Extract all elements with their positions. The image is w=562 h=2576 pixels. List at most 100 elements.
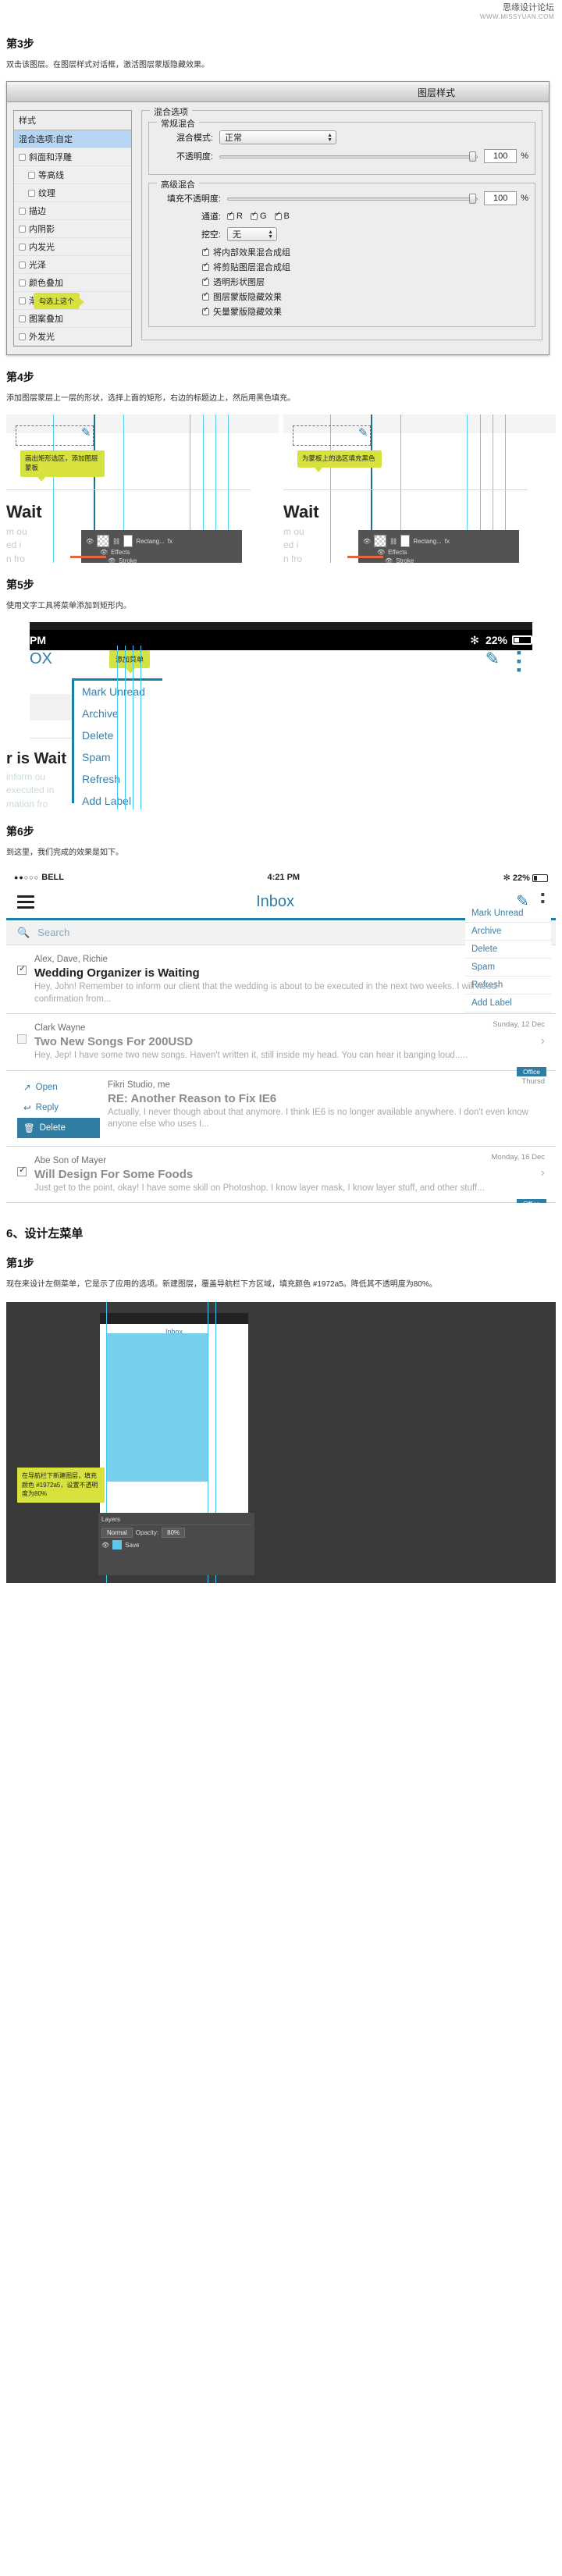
effect-transparency-shapes-layer[interactable]: 透明形状图层 [202, 276, 528, 288]
style-item-outer-glow[interactable]: 外发光 [14, 328, 131, 346]
overflow-menu-icon[interactable]: ▪▪▪ [517, 646, 521, 677]
checkbox-icon[interactable] [19, 261, 26, 269]
knockout-select[interactable]: 无 ▲ ▼ [227, 227, 277, 241]
fill-opacity-percent-label: % [521, 194, 528, 203]
eye-icon[interactable]: 👁 [100, 549, 108, 556]
menu-item-archive[interactable]: Archive [74, 703, 162, 724]
effect-clipped-layers-group[interactable]: 将剪贴图层混合成组 [202, 261, 528, 273]
menu-item-mark-unread[interactable]: Mark Unread [465, 905, 551, 923]
table-row[interactable]: Alex, Dave, Richie Wedding Organizer is … [6, 945, 556, 1015]
checkbox-icon[interactable] [202, 291, 209, 301]
style-item-bevel[interactable]: 斜面和浮雕 [14, 148, 131, 166]
swipe-reply-button[interactable]: ↩ Reply [17, 1098, 100, 1118]
menu-item-mark-unread[interactable]: Mark Unread [74, 681, 162, 703]
style-item-texture[interactable]: 纹理 [14, 184, 131, 202]
checkbox-icon[interactable] [274, 211, 282, 220]
eye-icon[interactable]: 👁 [101, 1542, 109, 1549]
step4-note-right: 为蒙板上的选区填充黑色 [297, 450, 382, 472]
effect-inner-effects-group[interactable]: 将内部效果混合成组 [202, 246, 528, 258]
slider-track [227, 197, 478, 201]
eye-icon[interactable]: 👁 [108, 557, 116, 563]
checkbox-icon[interactable] [19, 297, 26, 304]
style-item-inner-shadow[interactable]: 内阴影 [14, 220, 131, 238]
styles-list[interactable]: 样式 混合选项:自定 斜面和浮雕 等高线 纹理 描边 内阴影 内发光 光泽 颜色… [13, 110, 132, 347]
checkbox-icon[interactable] [28, 189, 35, 197]
row-snippet: Actually, I never though about that anym… [108, 1107, 528, 1130]
style-item-satin[interactable]: 光泽 [14, 256, 131, 274]
blend-mode-select[interactable]: Normal [101, 1528, 133, 1539]
slider-knob[interactable] [469, 194, 477, 204]
eye-icon[interactable]: 👁 [363, 538, 371, 545]
menu-item-delete[interactable]: Delete [74, 724, 162, 746]
row-checkbox[interactable] [17, 963, 27, 975]
opacity-input[interactable]: 100 [484, 149, 518, 163]
checkbox-icon[interactable] [19, 279, 26, 286]
checkbox-icon[interactable] [28, 171, 35, 179]
channel-b[interactable]: B [274, 211, 290, 221]
checkbox-icon[interactable] [202, 262, 209, 271]
checkbox-icon[interactable] [227, 211, 234, 220]
table-row[interactable]: ↗ Open ↩ Reply 🗑 Delete Fikri Studio, me… [6, 1071, 556, 1147]
opacity-percent-label: % [521, 151, 528, 161]
opacity-value[interactable]: 80% [162, 1528, 186, 1539]
menu-item-archive[interactable]: Archive [465, 923, 551, 941]
checkbox-icon[interactable] [202, 276, 209, 286]
fill-opacity-input[interactable]: 100 [484, 191, 518, 205]
checkbox-icon[interactable] [202, 306, 209, 315]
channel-label: B [283, 212, 290, 221]
checkbox-icon[interactable] [19, 207, 26, 215]
style-item-contour[interactable]: 等高线 [14, 166, 131, 184]
layers-panel[interactable]: Layers Normal Opacity: 80% 👁 Save [98, 1513, 254, 1576]
opacity-slider[interactable] [219, 151, 478, 162]
checkbox-icon[interactable] [202, 247, 209, 256]
style-item-pattern-overlay[interactable]: 图案叠加 [14, 310, 131, 328]
style-item-label: 图案叠加 [29, 315, 63, 324]
step1b-screenshot: Inbox 在导航栏下新建图层，填充颜色 #1972a5，设置不透明度为80% … [6, 1302, 556, 1584]
eye-icon[interactable]: 👁 [377, 549, 385, 556]
checkbox-icon[interactable] [250, 211, 258, 220]
dialog-callout: 勾选上这个 [34, 293, 85, 309]
channel-g[interactable]: G [250, 211, 267, 221]
effect-vector-mask-hides-effects[interactable]: 矢量蒙版隐藏效果 [202, 305, 528, 318]
checkbox-icon[interactable] [19, 225, 26, 233]
carrier-name: BELL [41, 873, 64, 882]
checkbox-icon[interactable] [19, 153, 26, 161]
search-input[interactable]: Search [37, 927, 69, 938]
menu-item-add-label[interactable]: Add Label [74, 790, 162, 809]
effect-layer-mask-hides-effects[interactable]: 图层蒙版隐藏效果 [202, 290, 528, 303]
table-row[interactable]: Clark Wayne Two New Songs For 200USD Hey… [6, 1014, 556, 1076]
swipe-open-button[interactable]: ↗ Open [17, 1077, 100, 1098]
style-item-label: 斜面和浮雕 [29, 153, 72, 162]
swipe-delete-button[interactable]: 🗑 Delete [17, 1117, 100, 1138]
site-brand-en: WWW.MISSYUAN.COM [479, 13, 554, 21]
slider-knob[interactable] [469, 151, 477, 162]
channels-label: 通道: [201, 212, 221, 222]
style-item-inner-glow[interactable]: 内发光 [14, 238, 131, 256]
effects-label: Effects [111, 549, 130, 556]
chevron-right-icon[interactable]: › [541, 1166, 545, 1180]
eye-icon[interactable]: 👁 [86, 538, 94, 545]
style-item-color-overlay[interactable]: 颜色叠加 [14, 274, 131, 292]
swipe-actions[interactable]: ↗ Open ↩ Reply 🗑 Delete [17, 1077, 100, 1138]
step6-title: 第6步 [6, 825, 34, 838]
checkbox-icon[interactable] [19, 315, 26, 322]
hamburger-menu-icon[interactable] [17, 892, 34, 912]
chevron-updown-icon: ▲ ▼ [268, 229, 273, 240]
blend-mode-select[interactable]: 正常 ▲ ▼ [219, 130, 336, 144]
chevron-right-icon[interactable]: › [541, 1034, 545, 1048]
link-icon: ⛓ [389, 537, 398, 545]
menu-item-spam[interactable]: Spam [74, 746, 162, 768]
section6-title: 6、设计左菜单 [6, 1227, 84, 1241]
style-item-stroke[interactable]: 描边 [14, 202, 131, 220]
table-row[interactable]: Abe Son of Mayer Will Design For Some Fo… [6, 1147, 556, 1204]
eye-icon[interactable]: 👁 [385, 557, 393, 563]
checkbox-icon[interactable] [19, 243, 26, 251]
fill-opacity-slider[interactable] [227, 193, 478, 204]
checkbox-icon[interactable] [19, 333, 26, 340]
row-checkbox[interactable] [17, 1034, 27, 1044]
opacity-label: Opacity: [135, 1529, 159, 1537]
channel-r[interactable]: R [227, 211, 243, 221]
row-checkbox[interactable] [17, 1165, 27, 1176]
menu-item-refresh[interactable]: Refresh [74, 768, 162, 790]
style-item-blend-options[interactable]: 混合选项:自定 [14, 130, 131, 148]
